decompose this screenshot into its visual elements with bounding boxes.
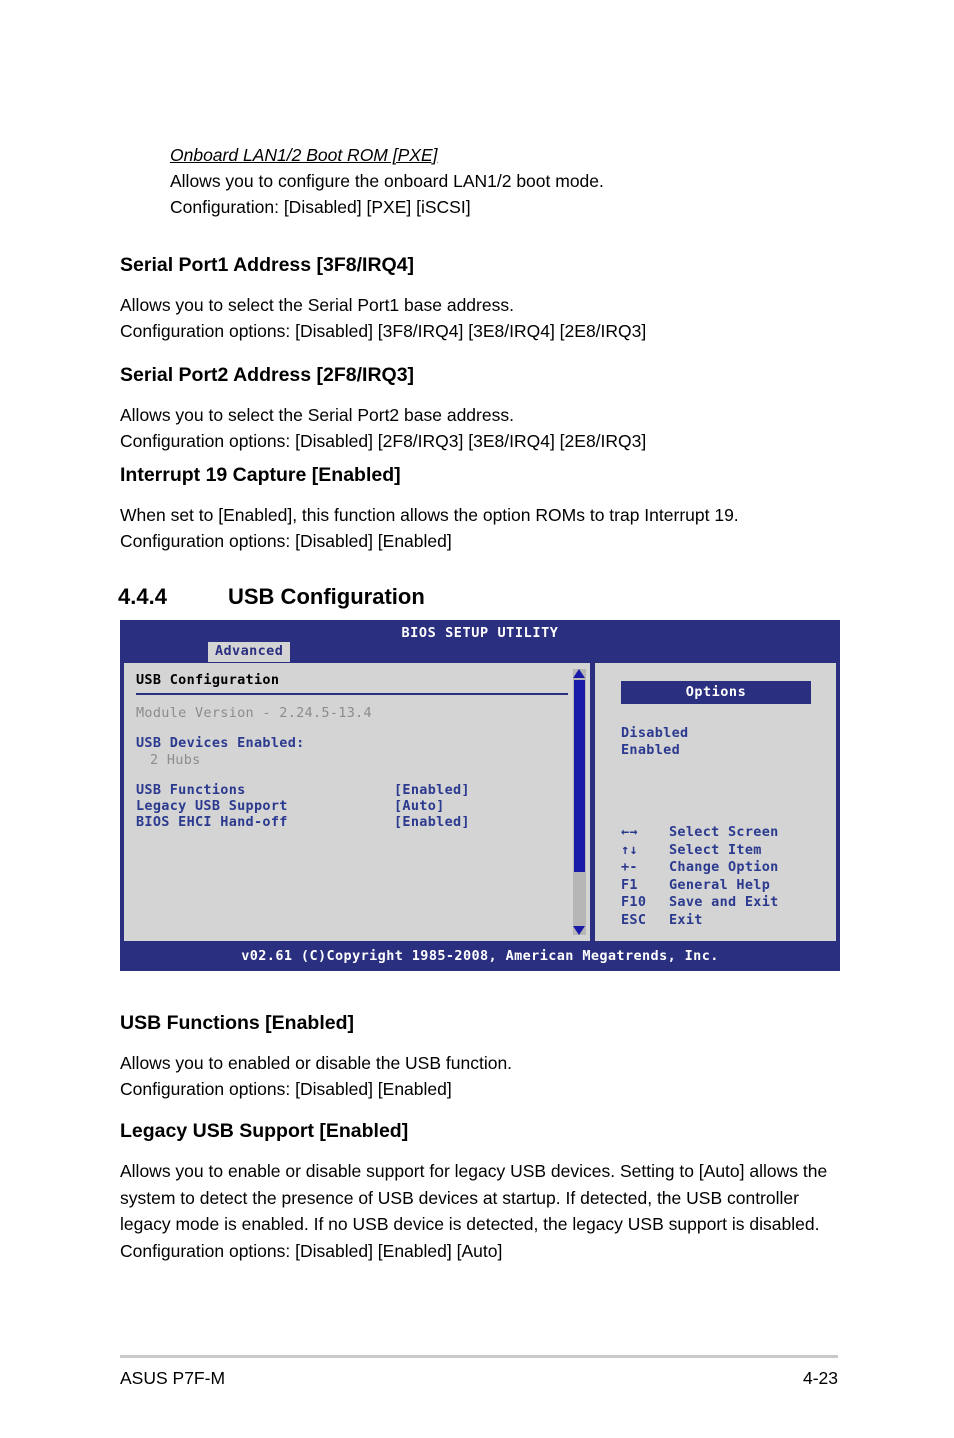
legend-key: F1: [621, 876, 638, 893]
scroll-down-arrow-icon[interactable]: [573, 926, 585, 935]
onboard-lan-line1: Allows you to configure the onboard LAN1…: [170, 171, 604, 191]
bios-copyright-footer: v02.61 (C)Copyright 1985-2008, American …: [120, 942, 840, 971]
serial-port1-block: Serial Port1 Address [3F8/IRQ4] Allows y…: [120, 252, 850, 344]
document-page: Onboard LAN1/2 Boot ROM [PXE] Allows you…: [0, 0, 954, 1438]
serial-port1-line2: Configuration options: [Disabled] [3F8/I…: [120, 321, 647, 341]
legend-description: Select Screen: [669, 824, 779, 840]
legend-description: Change Option: [669, 859, 779, 875]
bios-setting-value: [Enabled]: [394, 782, 470, 798]
onboard-lan-block: Onboard LAN1/2 Boot ROM [PXE] Allows you…: [120, 142, 850, 220]
usb-functions-line2: Configuration options: [Disabled] [Enabl…: [120, 1079, 452, 1099]
left-right-arrow-icon: ←→: [621, 824, 638, 840]
bios-tab-advanced[interactable]: Advanced: [208, 642, 291, 662]
interrupt19-line1: When set to [Enabled], this function all…: [120, 505, 739, 525]
usb-functions-block: USB Functions [Enabled] Allows you to en…: [120, 1010, 850, 1102]
legacy-usb-heading: Legacy USB Support [Enabled]: [120, 1120, 409, 1142]
scroll-up-arrow-icon[interactable]: [573, 669, 585, 678]
bios-panel-title: USB Configuration: [136, 672, 280, 688]
up-down-arrow-icon: ↑↓: [621, 841, 638, 858]
legend-description: Save and Exit: [669, 894, 779, 910]
legend-description: Select Item: [669, 841, 762, 858]
interrupt19-line2: Configuration options: [Disabled] [Enabl…: [120, 531, 452, 551]
onboard-lan-line2: Configuration: [Disabled] [PXE] [iSCSI]: [170, 197, 471, 217]
legacy-usb-paragraph: Allows you to enable or disable support …: [120, 1161, 828, 1261]
serial-port2-heading: Serial Port2 Address [2F8/IRQ3]: [120, 364, 415, 386]
legend-key: ESC: [621, 911, 647, 928]
bios-options-header: Options: [621, 681, 811, 704]
bios-setting-row-bios-ehci-hand-off[interactable]: BIOS EHCI Hand-off [Enabled]: [136, 814, 590, 830]
serial-port2-line2: Configuration options: [Disabled] [2F8/I…: [120, 431, 647, 451]
bios-setting-value: [Auto]: [394, 798, 445, 814]
bios-setup-screenshot: BIOS SETUP UTILITY Advanced USB Configur…: [120, 620, 840, 971]
footer-product-name: ASUS P7F-M: [120, 1368, 226, 1388]
bios-title-divider: [136, 693, 568, 695]
interrupt19-block: Interrupt 19 Capture [Enabled] When set …: [120, 462, 850, 554]
bios-option-item[interactable]: Enabled: [621, 742, 688, 759]
usb-functions-heading: USB Functions [Enabled]: [120, 1012, 354, 1034]
bios-setting-label: BIOS EHCI Hand-off: [136, 814, 288, 830]
legacy-usb-block: Legacy USB Support [Enabled] Allows you …: [120, 1118, 850, 1264]
page-section-heading: 4.4.4 USB Configuration: [118, 584, 425, 610]
bios-settings-panel: USB Configuration Module Version - 2.24.…: [123, 662, 591, 942]
bios-setting-label: Legacy USB Support: [136, 798, 288, 814]
bios-setting-row-legacy-usb-support[interactable]: Legacy USB Support [Auto]: [136, 798, 590, 814]
legend-key: F10: [621, 894, 647, 910]
bios-body: USB Configuration Module Version - 2.24.…: [120, 662, 840, 942]
usb-functions-line1: Allows you to enabled or disable the USB…: [120, 1053, 513, 1073]
section-title: USB Configuration: [228, 584, 425, 609]
interrupt19-heading: Interrupt 19 Capture [Enabled]: [120, 464, 401, 486]
serial-port1-heading: Serial Port1 Address [3F8/IRQ4]: [120, 254, 415, 276]
bios-titlebar: BIOS SETUP UTILITY Advanced: [120, 620, 840, 662]
bios-title: BIOS SETUP UTILITY: [401, 625, 559, 641]
bios-setting-value: [Enabled]: [394, 814, 470, 830]
bios-options-list: Disabled Enabled: [621, 725, 688, 759]
bios-setting-row-usb-functions[interactable]: USB Functions [Enabled]: [136, 782, 590, 798]
bios-options-panel: Options Disabled Enabled ←→ Select Scree…: [595, 662, 837, 942]
bios-module-version: Module Version - 2.24.5-13.4: [136, 705, 372, 721]
bios-setting-label: USB Functions: [136, 782, 246, 798]
section-number: 4.4.4: [118, 584, 167, 609]
footer-divider: [120, 1355, 838, 1358]
bios-scrollbar[interactable]: [573, 669, 586, 935]
serial-port2-block: Serial Port2 Address [2F8/IRQ3] Allows y…: [120, 362, 850, 454]
serial-port1-line1: Allows you to select the Serial Port1 ba…: [120, 295, 514, 315]
legend-key: +-: [621, 859, 638, 875]
legend-description: General Help: [669, 876, 771, 893]
bios-option-item[interactable]: Disabled: [621, 725, 688, 742]
bios-devices-enabled-label: USB Devices Enabled:: [136, 735, 305, 751]
serial-port2-line1: Allows you to select the Serial Port2 ba…: [120, 405, 514, 425]
footer-page-number: 4-23: [802, 1368, 838, 1388]
scrollbar-thumb[interactable]: [574, 680, 585, 872]
onboard-lan-heading: Onboard LAN1/2 Boot ROM [PXE]: [170, 145, 438, 165]
bios-devices-enabled-value: 2 Hubs: [150, 752, 201, 768]
legend-description: Exit: [669, 911, 703, 928]
